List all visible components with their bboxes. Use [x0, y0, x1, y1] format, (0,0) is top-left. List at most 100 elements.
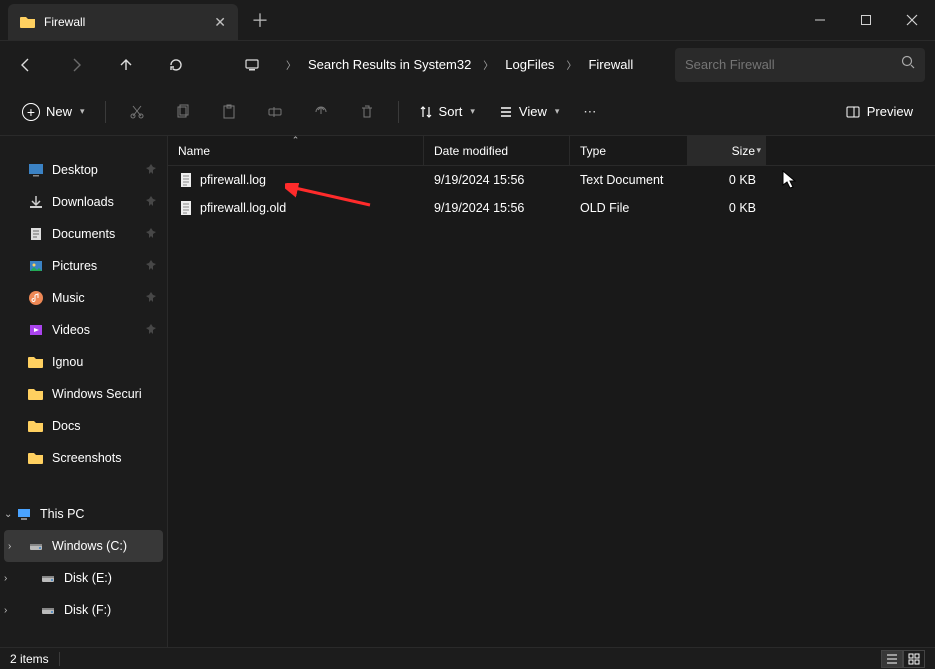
file-row[interactable]: pfirewall.log.old 9/19/2024 15:56 OLD Fi… [168, 194, 935, 222]
search-box[interactable] [675, 48, 925, 82]
navigation-bar: 〉 Search Results in System32 〉 LogFiles … [0, 40, 935, 88]
file-rows: pfirewall.log 9/19/2024 15:56 Text Docum… [168, 166, 935, 647]
item-count: 2 items [10, 652, 49, 666]
pc-icon[interactable] [236, 49, 268, 81]
tab-title: Firewall [44, 15, 206, 29]
folder-icon [28, 386, 44, 402]
up-button[interactable] [110, 49, 142, 81]
sidebar-item[interactable]: Ignou [0, 346, 167, 378]
sidebar-item[interactable]: Downloads [0, 186, 167, 218]
view-button[interactable]: View ▾ [491, 95, 567, 129]
pin-icon [145, 227, 157, 242]
breadcrumb-segment[interactable]: Search Results in System32 [298, 53, 481, 76]
search-input[interactable] [685, 57, 901, 72]
sort-button[interactable]: Sort ▾ [411, 95, 483, 129]
music-icon [28, 290, 44, 306]
sidebar-item-label: Docs [52, 419, 80, 433]
back-button[interactable] [10, 49, 42, 81]
navigation-sidebar[interactable]: Desktop Downloads Documents Pictures Mus… [0, 136, 168, 647]
sidebar-item[interactable]: Docs [0, 410, 167, 442]
rename-button[interactable] [256, 95, 294, 129]
column-date[interactable]: Date modified [424, 136, 570, 165]
close-window-button[interactable] [889, 0, 935, 40]
sidebar-item-label: Windows Securi [52, 387, 142, 401]
column-headers: ⌃ Name Date modified Type Size▾ [168, 136, 935, 166]
file-name: pfirewall.log.old [200, 201, 286, 215]
chevron-right-icon[interactable]: 〉 [286, 57, 296, 72]
file-row[interactable]: pfirewall.log 9/19/2024 15:56 Text Docum… [168, 166, 935, 194]
sidebar-item[interactable]: Screenshots [0, 442, 167, 474]
sidebar-item-label: Documents [52, 227, 115, 241]
file-date: 9/19/2024 15:56 [434, 173, 524, 187]
sidebar-item-label: Videos [52, 323, 90, 337]
sidebar-item[interactable]: Documents [0, 218, 167, 250]
pin-icon [145, 259, 157, 274]
maximize-button[interactable] [843, 0, 889, 40]
folder-icon [28, 450, 44, 466]
sidebar-item[interactable]: Desktop [0, 154, 167, 186]
paste-button[interactable] [210, 95, 248, 129]
chevron-right-icon[interactable]: 〉 [483, 57, 493, 72]
sidebar-item[interactable]: Music [0, 282, 167, 314]
folder-icon [28, 354, 44, 370]
refresh-button[interactable] [160, 49, 192, 81]
preview-button[interactable]: Preview [837, 95, 921, 129]
view-label: View [519, 104, 547, 119]
chevron-right-icon[interactable]: › [8, 541, 11, 552]
forward-button[interactable] [60, 49, 92, 81]
drive-label: Disk (E:) [64, 571, 112, 585]
drive-label: Disk (F:) [64, 603, 111, 617]
window-controls [797, 0, 935, 40]
pin-icon [145, 163, 157, 178]
dropdown-icon[interactable]: ▾ [756, 145, 761, 156]
delete-button[interactable] [348, 95, 386, 129]
sidebar-drive[interactable]: › Disk (F:) [0, 594, 167, 626]
thumbnails-view-button[interactable] [903, 650, 925, 668]
sort-indicator-icon: ⌃ [168, 135, 423, 146]
close-tab-icon[interactable]: ✕ [214, 14, 226, 31]
share-button[interactable] [302, 95, 340, 129]
column-type[interactable]: Type [570, 136, 688, 165]
breadcrumb-segment[interactable]: LogFiles [495, 53, 564, 76]
search-icon[interactable] [901, 55, 915, 74]
sidebar-item-label: Ignou [52, 355, 83, 369]
drive-icon [40, 570, 56, 586]
breadcrumb: 〉 Search Results in System32 〉 LogFiles … [286, 53, 657, 76]
cut-button[interactable] [118, 95, 156, 129]
pin-icon [145, 195, 157, 210]
chevron-right-icon[interactable]: › [4, 573, 7, 584]
minimize-button[interactable] [797, 0, 843, 40]
column-size[interactable]: Size▾ [688, 136, 766, 165]
sidebar-drive[interactable]: › Windows (C:) [4, 530, 163, 562]
tab-firewall[interactable]: Firewall ✕ [8, 4, 238, 40]
sidebar-this-pc[interactable]: ⌄ This PC [0, 498, 167, 530]
sort-label: Sort [439, 104, 463, 119]
chevron-down-icon[interactable]: ⌄ [4, 509, 12, 520]
desktop-icon [28, 162, 44, 178]
sidebar-item-label: Music [52, 291, 85, 305]
details-view-button[interactable] [881, 650, 903, 668]
drive-icon [28, 538, 44, 554]
downloads-icon [28, 194, 44, 210]
view-mode-toggle [881, 650, 925, 668]
sidebar-item[interactable]: Windows Securi [0, 378, 167, 410]
command-toolbar: + New ▾ Sort ▾ View ▾ ⋯ Preview [0, 88, 935, 136]
more-button[interactable]: ⋯ [575, 95, 604, 129]
chevron-right-icon[interactable]: 〉 [566, 57, 576, 72]
pc-icon [16, 506, 32, 522]
documents-icon [28, 226, 44, 242]
drive-label: Windows (C:) [52, 539, 127, 553]
sidebar-item[interactable]: Videos [0, 314, 167, 346]
file-icon [178, 200, 194, 216]
column-name[interactable]: ⌃ Name [168, 136, 424, 165]
copy-button[interactable] [164, 95, 202, 129]
chevron-right-icon[interactable]: › [4, 605, 7, 616]
sidebar-drive[interactable]: › Disk (E:) [0, 562, 167, 594]
new-button[interactable]: + New ▾ [14, 95, 93, 129]
new-tab-button[interactable]: ＋ [238, 0, 282, 40]
folder-icon [20, 14, 36, 30]
sidebar-item-label: Desktop [52, 163, 98, 177]
sidebar-item-label: Pictures [52, 259, 97, 273]
sidebar-item[interactable]: Pictures [0, 250, 167, 282]
breadcrumb-segment[interactable]: Firewall [578, 53, 643, 76]
